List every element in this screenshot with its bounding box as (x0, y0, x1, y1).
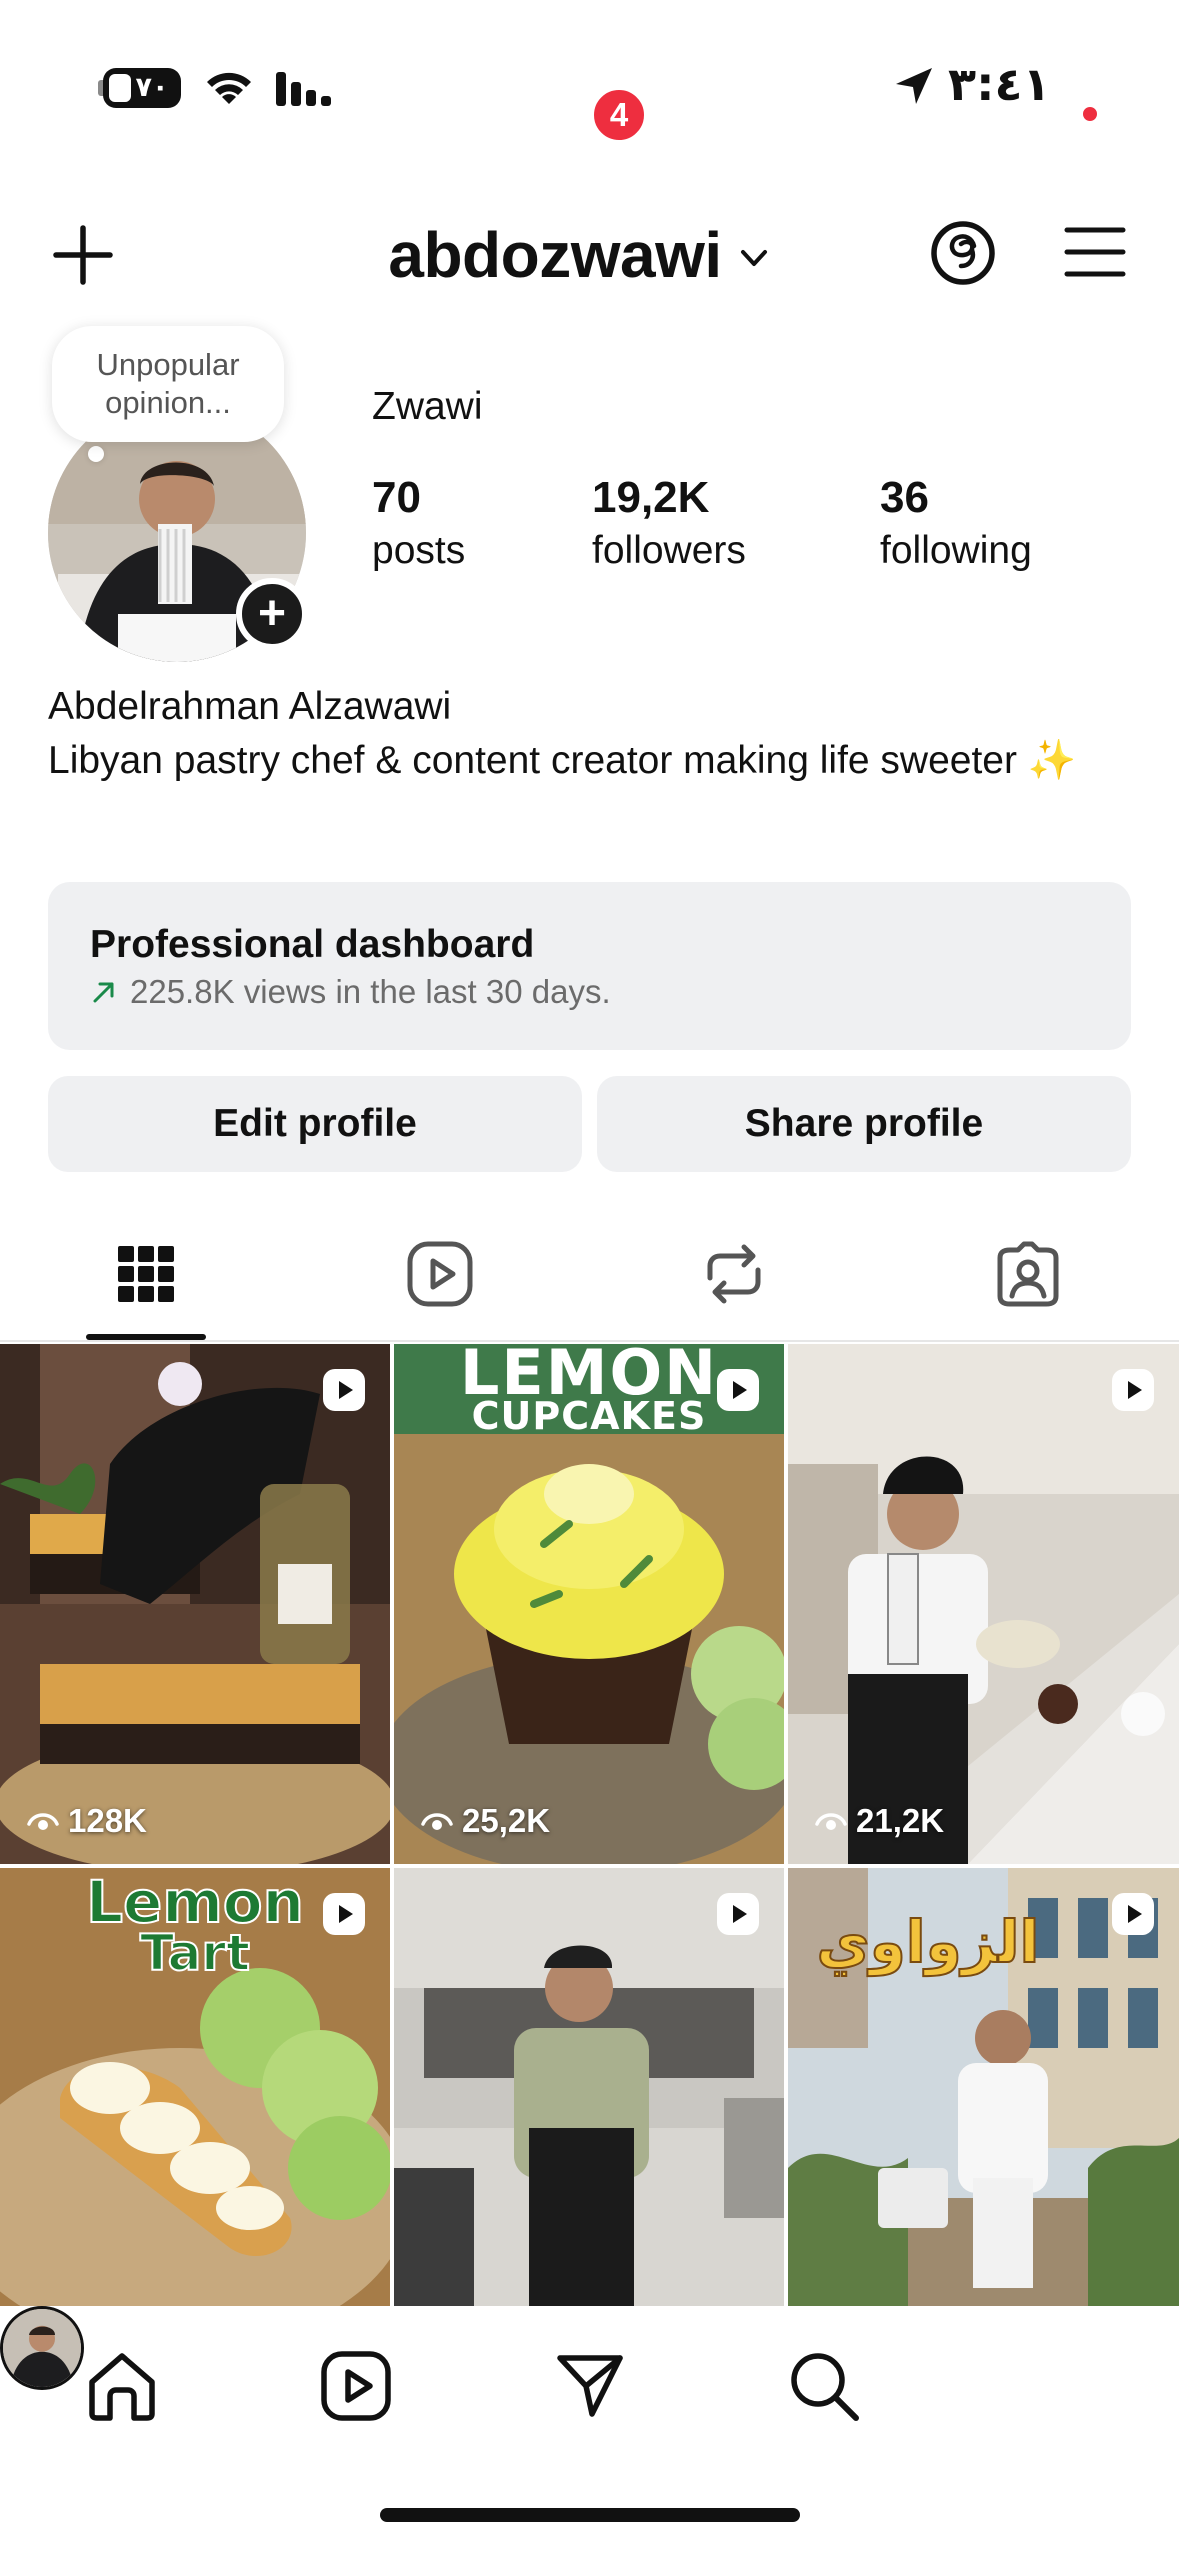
note-bubble-tail (88, 446, 104, 462)
following-count: 36 (880, 473, 929, 522)
followers-count: 19,2K (592, 473, 710, 522)
profile-notification-dot (1080, 104, 1100, 124)
chevron-down-icon (740, 250, 767, 266)
stat-posts[interactable]: 70 posts (372, 470, 465, 576)
followers-label: followers (592, 529, 746, 572)
tabs-divider (0, 1340, 1179, 1342)
view-count: 128K (26, 1802, 147, 1840)
post-caption-overlay: الزواوي (816, 1907, 1041, 1977)
post-thumbnail (0, 1344, 390, 1864)
dashboard-title: Professional dashboard (90, 923, 535, 966)
stat-followers[interactable]: 19,2K followers (592, 470, 746, 576)
reels-tab-icon[interactable] (404, 1238, 476, 1310)
search-icon[interactable] (786, 2348, 862, 2424)
home-icon[interactable] (84, 2348, 160, 2424)
dashboard-subtitle: 225.8K views in the last 30 days. (130, 973, 611, 1010)
threads-icon[interactable] (928, 218, 998, 288)
messages-icon[interactable] (552, 2348, 628, 2424)
post-tile[interactable]: 128K (0, 1344, 390, 1864)
battery-icon: ٧٠ (103, 68, 181, 108)
trend-up-arrow-icon (93, 982, 114, 1003)
post-tile[interactable]: 21,2K (788, 1344, 1179, 1864)
professional-dashboard[interactable]: Professional dashboard 225.8K views in t… (48, 882, 1131, 1050)
view-count-value: 128K (68, 1802, 147, 1839)
posts-grid: 128K LEMON CUPCAKES 25,2K 21,2K Lemon Ta… (0, 1344, 1179, 2312)
posts-count: 70 (372, 473, 421, 522)
posts-label: posts (372, 529, 466, 572)
reel-indicator-icon (717, 1369, 759, 1411)
menu-hamburger-icon[interactable] (1064, 224, 1126, 280)
reposts-icon[interactable] (698, 1238, 770, 1310)
display-name: Zwawi (372, 385, 483, 428)
profile-tabs (0, 1210, 1179, 1342)
post-tile[interactable] (394, 1868, 784, 2312)
eye-icon (421, 1813, 453, 1830)
grid-icon[interactable] (110, 1238, 182, 1310)
battery-level: ٧٠ (135, 72, 169, 103)
reel-indicator-icon (323, 1369, 365, 1411)
following-label: following (880, 529, 1032, 572)
profile-nav-photo (3, 2309, 81, 2387)
bio: Abdelrahman Alzawawi Libyan pastry chef … (48, 680, 1128, 788)
bio-text: Libyan pastry chef & content creator mak… (48, 739, 1017, 782)
eye-icon (815, 1813, 847, 1830)
eye-icon (27, 1813, 59, 1830)
stat-following[interactable]: 36 following (880, 470, 1032, 576)
home-indicator[interactable] (380, 2508, 800, 2522)
add-story-button[interactable]: + (236, 578, 308, 650)
edit-profile-button[interactable]: Edit profile (48, 1076, 582, 1172)
profile-note[interactable]: Unpopular opinion... (52, 326, 284, 442)
view-count-value: 21,2K (856, 1802, 945, 1839)
account-switcher[interactable]: abdozwawi (370, 215, 790, 295)
bio-full-name: Abdelrahman Alzawawi (48, 685, 452, 728)
messages-badge: 4 (590, 86, 648, 144)
post-thumbnail (788, 1344, 1179, 1864)
post-tile[interactable]: LEMON CUPCAKES 25,2K (394, 1344, 784, 1864)
profile-nav-avatar[interactable] (0, 2306, 84, 2390)
username-title: abdozwawi (388, 219, 722, 291)
post-tile[interactable]: Lemon Tart (0, 1868, 390, 2312)
share-profile-button[interactable]: Share profile (597, 1076, 1131, 1172)
wifi-icon (207, 72, 251, 104)
status-time: ٣:٤١ (948, 57, 1051, 111)
post-tile[interactable]: الزواوي (788, 1868, 1179, 2312)
reel-indicator-icon (323, 1893, 365, 1935)
reel-indicator-icon (1112, 1893, 1154, 1935)
view-count-value: 25,2K (462, 1802, 551, 1839)
tagged-icon[interactable] (992, 1238, 1064, 1310)
reels-nav-icon[interactable] (318, 2348, 394, 2424)
cellular-signal-icon (276, 72, 331, 106)
reel-indicator-icon (1112, 1369, 1154, 1411)
status-bar: ٧٠ ٣:٤١ (0, 0, 1179, 160)
sparkles-emoji: ✨ (1027, 739, 1077, 782)
reel-indicator-icon (717, 1893, 759, 1935)
create-plus-icon[interactable] (50, 222, 116, 288)
view-count: 21,2K (814, 1802, 944, 1840)
location-arrow-icon (896, 68, 932, 104)
view-count: 25,2K (420, 1802, 550, 1840)
